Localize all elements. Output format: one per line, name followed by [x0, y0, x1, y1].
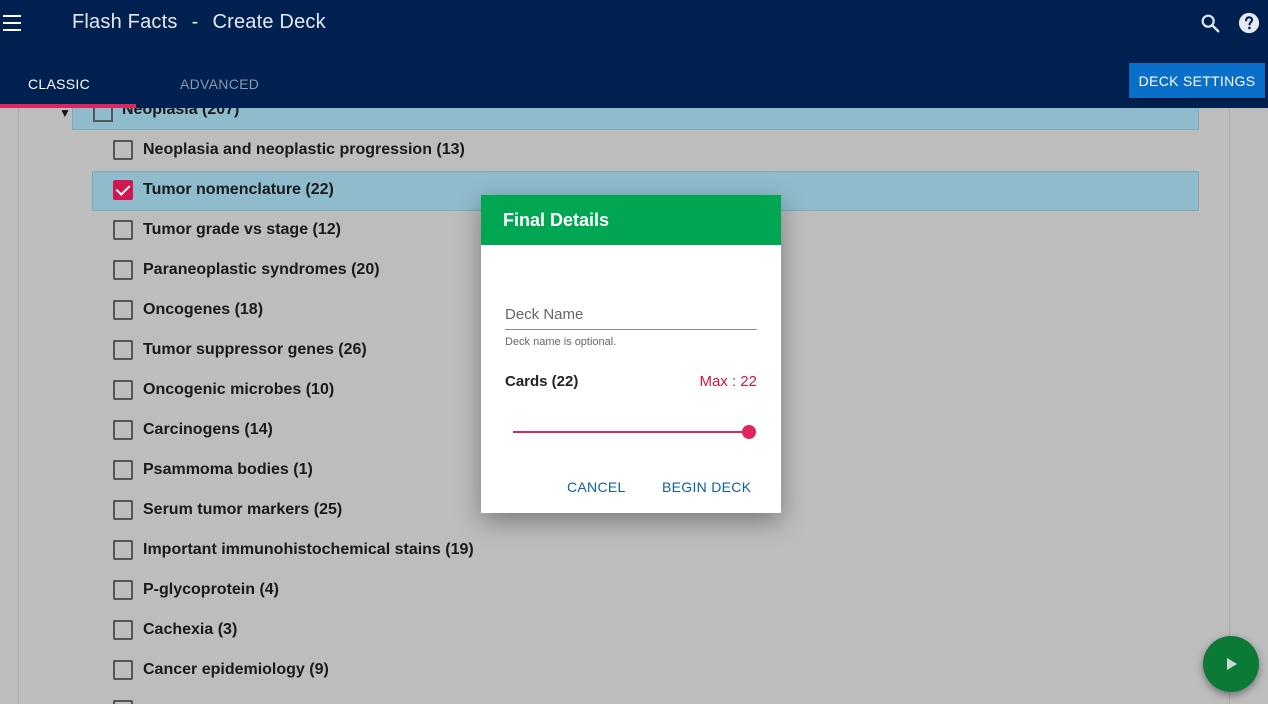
- list-item[interactable]: P-glycoprotein (4): [111, 579, 1111, 601]
- checkbox[interactable]: [113, 620, 133, 640]
- group-row-highlight: [72, 108, 1199, 130]
- play-button[interactable]: [1203, 636, 1259, 692]
- checkbox[interactable]: [113, 420, 133, 440]
- tab-classic[interactable]: CLASSIC: [28, 76, 90, 92]
- list-item[interactable]: [111, 699, 1111, 704]
- checkbox[interactable]: [113, 380, 133, 400]
- group-checkbox[interactable]: [93, 108, 113, 122]
- list-item[interactable]: Important immunohistochemical stains (19…: [111, 539, 1111, 561]
- checkbox[interactable]: [113, 500, 133, 520]
- cancel-button[interactable]: CANCEL: [567, 479, 626, 495]
- dialog-title: Final Details: [481, 195, 781, 245]
- list-item-label: P-glycoprotein (4): [143, 581, 280, 598]
- cards-slider-track[interactable]: [513, 431, 749, 433]
- checkbox[interactable]: [113, 300, 133, 320]
- checkbox[interactable]: [113, 580, 133, 600]
- list-item-label: Oncogenic microbes (10): [143, 381, 335, 398]
- cards-count-label: Cards (22): [505, 373, 579, 390]
- expand-caret-icon[interactable]: ▼: [59, 108, 71, 120]
- list-item-label: Serum tumor markers (25): [143, 501, 343, 518]
- list-item[interactable]: Neoplasia and neoplastic progression (13…: [111, 139, 1111, 161]
- group-label: Neoplasia (207): [122, 108, 240, 118]
- begin-deck-button[interactable]: BEGIN DECK: [662, 479, 751, 495]
- app-bar: Flash Facts - Create Deck CLASSIC ADVANCED…: [0, 0, 1268, 108]
- page-title: Flash Facts - Create Deck: [72, 11, 326, 34]
- list-item-label: Tumor nomenclature (22): [143, 181, 334, 198]
- checkbox[interactable]: [113, 700, 133, 704]
- checkbox[interactable]: [113, 460, 133, 480]
- search-icon[interactable]: [1199, 12, 1221, 34]
- list-item-label: Cancer epidemiology (9): [143, 661, 329, 678]
- max-cards-label: Max : 22: [699, 373, 757, 390]
- cards-slider-thumb[interactable]: [742, 425, 756, 439]
- page-name: Create Deck: [212, 11, 326, 33]
- tab-advanced[interactable]: ADVANCED: [180, 76, 259, 92]
- list-item-label: Cachexia (3): [143, 621, 238, 638]
- list-item[interactable]: Cachexia (3): [111, 619, 1111, 641]
- checkbox[interactable]: [113, 140, 133, 160]
- list-item-label: Important immunohistochemical stains (19…: [143, 541, 474, 558]
- checkbox[interactable]: [113, 340, 133, 360]
- checkbox[interactable]: [113, 260, 133, 280]
- checkbox[interactable]: [113, 220, 133, 240]
- menu-icon[interactable]: [3, 15, 23, 31]
- final-details-dialog: Final Details Deck name is optional. Car…: [481, 195, 781, 513]
- list-item-label: Oncogenes (18): [143, 301, 264, 318]
- checkbox[interactable]: [113, 660, 133, 680]
- deck-name-input[interactable]: [505, 300, 757, 330]
- list-item-label: Neoplasia and neoplastic progression (13…: [143, 141, 465, 158]
- help-icon[interactable]: [1238, 12, 1260, 34]
- list-item-label: Psammoma bodies (1): [143, 461, 313, 478]
- active-tab-indicator: [0, 104, 136, 108]
- list-item-label: Paraneoplastic syndromes (20): [143, 261, 380, 278]
- list-item-label: Tumor grade vs stage (12): [143, 221, 341, 238]
- checkbox-checked[interactable]: [113, 180, 133, 200]
- checkbox[interactable]: [113, 540, 133, 560]
- play-icon: [1227, 658, 1237, 670]
- deck-settings-button[interactable]: DECK SETTINGS: [1129, 63, 1265, 98]
- list-item[interactable]: Cancer epidemiology (9): [111, 659, 1111, 681]
- list-item-label: Carcinogens (14): [143, 421, 273, 438]
- title-separator: -: [191, 11, 199, 33]
- deck-name-helper-text: Deck name is optional.: [505, 336, 617, 348]
- app-name: Flash Facts: [72, 11, 178, 33]
- list-item-label: Tumor suppressor genes (26): [143, 341, 367, 358]
